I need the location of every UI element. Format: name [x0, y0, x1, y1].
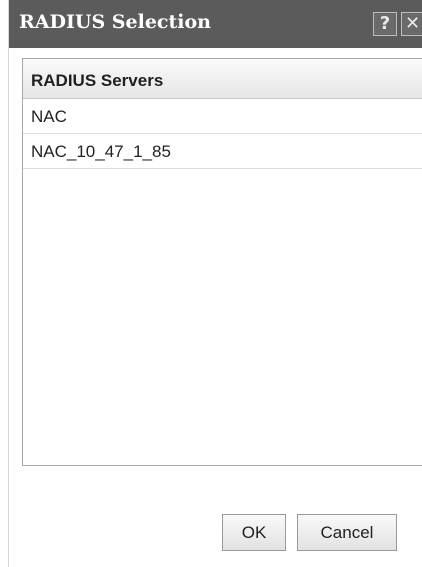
cancel-button[interactable]: Cancel: [297, 514, 397, 551]
list-item-label: NAC_10_47_1_85: [31, 142, 171, 161]
list-header-label: RADIUS Servers: [31, 71, 164, 90]
radius-selection-dialog: RADIUS Selection ? ✕ RADIUS Servers NAC …: [8, 0, 422, 567]
background-strip: [0, 0, 8, 567]
dialog-titlebar[interactable]: RADIUS Selection ? ✕: [9, 0, 422, 48]
help-icon[interactable]: ?: [373, 12, 397, 36]
list-header: RADIUS Servers: [23, 59, 422, 99]
list-item[interactable]: NAC_10_47_1_85: [23, 134, 422, 169]
radius-servers-list: RADIUS Servers NAC NAC_10_47_1_85: [22, 58, 422, 466]
list-item-label: NAC: [31, 107, 67, 126]
list-item[interactable]: NAC: [23, 99, 422, 134]
dialog-title: RADIUS Selection: [19, 11, 211, 33]
ok-button[interactable]: OK: [222, 514, 286, 551]
close-icon[interactable]: ✕: [401, 12, 422, 36]
